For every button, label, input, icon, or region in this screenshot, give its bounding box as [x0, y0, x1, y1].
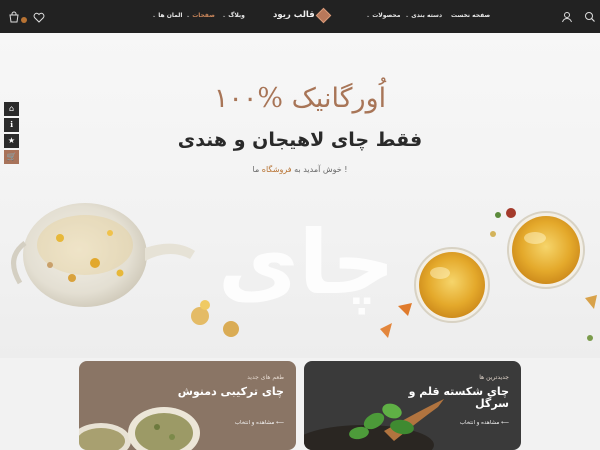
store-link[interactable]: فروشگاه [262, 165, 292, 174]
card-title: چای ترکیبی دمنوش [177, 385, 284, 398]
home-tool-button[interactable]: ⌂ [4, 102, 19, 116]
chevron-down-icon: ⌄ [222, 13, 227, 19]
arrow-left-icon: ⟵ [501, 420, 509, 426]
category-card-broken-tea[interactable]: جدیدترین ها چای شکسته قلم و سرگل مشاهده … [304, 361, 521, 450]
chevron-down-icon: ⌄ [366, 13, 371, 19]
arrow-left-icon: ⟵ [276, 420, 284, 426]
site-logo[interactable]: قالب ریود [273, 10, 315, 20]
side-toolbar: ⌂ ℹ ★ 🛒 [4, 102, 19, 166]
hero-subtitle: فقط چای لاهیجان و هندی [177, 129, 423, 151]
nav-item-categories[interactable]: ⌄ دسته بندی [405, 12, 442, 19]
favorite-tool-button[interactable]: ★ [4, 134, 19, 148]
hero-tea-illustration: چای [11, 203, 597, 341]
info-tool-button[interactable]: ℹ [4, 118, 19, 132]
card-kicker: جدیدترین ها [479, 374, 509, 381]
info-icon: ℹ [9, 120, 14, 129]
nav-item-blog[interactable]: ⌄ وبلاگ [222, 12, 245, 19]
nav-item-products[interactable]: ⌄ محصولات [366, 12, 400, 19]
nav-item-pages[interactable]: ⌄ صفحات [186, 12, 215, 19]
nav-item-elements[interactable]: ⌄ المان ها [152, 12, 182, 19]
heart-icon[interactable] [32, 9, 46, 23]
hero-title: ۱۰۰% اُورگانیک [213, 83, 387, 114]
chevron-down-icon: ⌄ [186, 13, 191, 19]
star-icon: ★ [7, 136, 16, 145]
chevron-down-icon: ⌄ [405, 13, 410, 19]
logo-icon [315, 7, 332, 24]
nav-item-home[interactable]: صفحه نخست [451, 12, 490, 19]
cart-icon[interactable] [7, 9, 27, 23]
card-title: چای شکسته قلم و سرگل [408, 385, 509, 410]
search-icon[interactable] [583, 9, 597, 23]
watermark-text: چای [218, 211, 395, 315]
site-header: ⌄ المان ها ⌄ صفحات ⌄ وبلاگ قالب ریود ⌄ محصول… [0, 0, 600, 33]
cart-tool-button[interactable]: 🛒 [4, 150, 19, 164]
category-card-herbal[interactable]: طعم های جدید چای ترکیبی دمنوش مشاهده و ا… [79, 361, 296, 450]
home-icon: ⌂ [8, 104, 15, 113]
user-icon[interactable] [560, 9, 574, 23]
cart-count-badge [21, 17, 27, 23]
hero-welcome: خوش آمدید به فروشگاه ما ! [252, 165, 348, 174]
card-kicker: طعم های جدید [247, 374, 284, 381]
cart-icon: 🛒 [6, 152, 17, 161]
hero-banner: چای ۱۰۰% اُورگانیک فقط چای لاهیجان و هند… [0, 33, 600, 358]
chevron-down-icon: ⌄ [152, 13, 157, 19]
card-cta-link[interactable]: مشاهده و انتخاب ⟵ [460, 420, 509, 426]
card-cta-link[interactable]: مشاهده و انتخاب ⟵ [235, 420, 284, 426]
